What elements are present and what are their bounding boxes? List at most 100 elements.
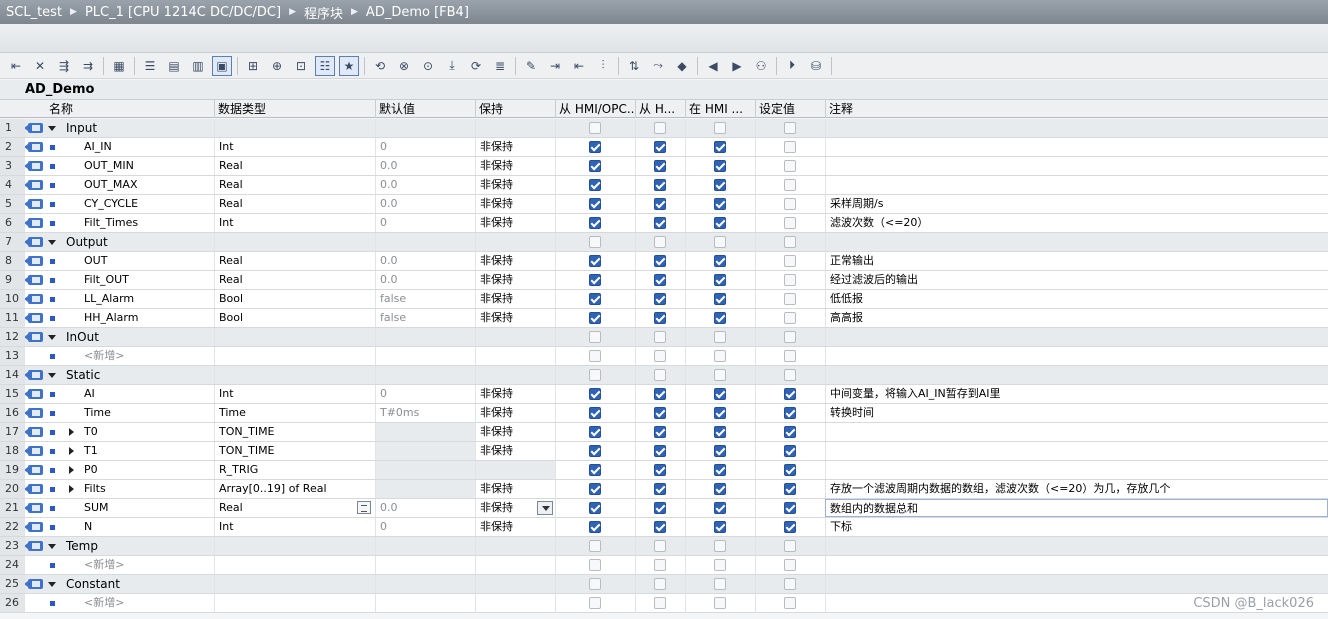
table-row[interactable]: 17 T0 TON_TIME 非保持 — [0, 423, 1328, 442]
retain-cell[interactable] — [475, 594, 555, 612]
insert-network-icon[interactable]: ⊞ — [243, 56, 263, 76]
visible-in-hmi-checkbox[interactable] — [714, 426, 726, 438]
comment-cell[interactable] — [825, 575, 1328, 593]
retain-cell[interactable]: 非保持 — [475, 290, 555, 308]
comment-cell[interactable] — [825, 328, 1328, 346]
copy-snapshot-icon[interactable]: ⇉ — [78, 56, 98, 76]
retain-cell[interactable]: 非保持 — [475, 404, 555, 422]
call-icon[interactable]: ⟳ — [466, 56, 486, 76]
table-row[interactable]: 21 SUM Real 0.0 非保持 数组内的数据总和 — [0, 499, 1328, 518]
writable-from-hmi-checkbox[interactable] — [654, 312, 666, 324]
setpoint-checkbox[interactable] — [784, 217, 796, 229]
setpoint-checkbox[interactable] — [784, 597, 796, 609]
delete-row-icon[interactable]: ✕ — [30, 56, 50, 76]
collapse-arrow-icon[interactable] — [48, 582, 56, 587]
comment-cell[interactable] — [825, 537, 1328, 555]
visible-in-hmi-checkbox[interactable] — [714, 559, 726, 571]
default-value-cell[interactable]: 0 — [375, 385, 475, 403]
accessible-from-hmi-checkbox[interactable] — [589, 217, 601, 229]
table-row[interactable]: 10 LL_Alarm Bool false 非保持 低低报 — [0, 290, 1328, 309]
add-new-placeholder[interactable]: <新增> — [84, 347, 124, 365]
retain-cell[interactable] — [475, 328, 555, 346]
accessible-from-hmi-checkbox[interactable] — [589, 464, 601, 476]
indent-icon[interactable]: ⇥ — [545, 56, 565, 76]
setpoint-checkbox[interactable] — [784, 464, 796, 476]
setpoint-checkbox[interactable] — [784, 331, 796, 343]
name-cell[interactable]: SUM — [62, 499, 214, 517]
add-row[interactable]: 24 <新增> — [0, 556, 1328, 575]
setpoint-checkbox[interactable] — [784, 445, 796, 457]
accessible-from-hmi-checkbox[interactable] — [589, 388, 601, 400]
setpoint-checkbox[interactable] — [784, 312, 796, 324]
writable-from-hmi-checkbox[interactable] — [654, 483, 666, 495]
table-row[interactable]: 16 Time Time T#0ms 非保持 转换时间 — [0, 404, 1328, 423]
add-row[interactable]: 13 <新增> — [0, 347, 1328, 366]
name-cell[interactable]: OUT — [62, 252, 214, 270]
default-value-cell[interactable] — [375, 537, 475, 555]
comment-cell[interactable]: 转换时间 — [825, 404, 1328, 422]
comment-cell[interactable]: 正常输出 — [825, 252, 1328, 270]
accessible-from-hmi-checkbox[interactable] — [589, 426, 601, 438]
cross-ref-icon[interactable]: ⚇ — [751, 56, 771, 76]
retain-cell[interactable]: 非保持 — [475, 176, 555, 194]
default-value-cell[interactable]: 0.0 — [375, 157, 475, 175]
section-row[interactable]: 7 Output — [0, 233, 1328, 252]
retain-cell[interactable] — [475, 347, 555, 365]
writable-from-hmi-checkbox[interactable] — [654, 559, 666, 571]
col-setpoint[interactable]: 设定值 — [755, 100, 825, 118]
table-row[interactable]: 5 CY_CYCLE Real 0.0 非保持 采样周期/s — [0, 195, 1328, 214]
visible-in-hmi-checkbox[interactable] — [714, 540, 726, 552]
name-cell[interactable]: Temp — [62, 537, 214, 555]
default-value-cell[interactable]: false — [375, 290, 475, 308]
default-value-cell[interactable] — [375, 423, 475, 441]
accessible-from-hmi-checkbox[interactable] — [589, 312, 601, 324]
breadcrumb-plc[interactable]: PLC_1 [CPU 1214C DC/DC/DC] — [85, 5, 281, 20]
visible-in-hmi-checkbox[interactable] — [714, 502, 726, 514]
default-value-cell[interactable]: 0.0 — [375, 176, 475, 194]
favorites-icon[interactable]: ★ — [339, 55, 359, 76]
comment-cell[interactable]: 数组内的数据总和 — [825, 499, 1328, 517]
setpoint-checkbox[interactable] — [784, 160, 796, 172]
monitoring-icon[interactable]: ▦ — [109, 56, 129, 76]
expand-all-icon[interactable]: ☰ — [140, 56, 160, 76]
comments-icon[interactable]: ▣ — [212, 55, 232, 76]
data-type-cell[interactable] — [214, 366, 375, 384]
name-cell[interactable]: OUT_MIN — [62, 157, 214, 175]
default-value-cell[interactable]: 0 — [375, 214, 475, 232]
accessible-from-hmi-checkbox[interactable] — [589, 198, 601, 210]
comment-cell[interactable] — [825, 366, 1328, 384]
visible-in-hmi-checkbox[interactable] — [714, 236, 726, 248]
collapse-arrow-icon[interactable] — [48, 240, 56, 245]
comment-cell[interactable] — [825, 556, 1328, 574]
visible-in-hmi-checkbox[interactable] — [714, 122, 726, 134]
name-cell[interactable]: Time — [62, 404, 214, 422]
visible-in-hmi-checkbox[interactable] — [714, 255, 726, 267]
retain-cell[interactable]: 非保持 — [475, 271, 555, 289]
data-type-cell[interactable]: Time — [214, 404, 375, 422]
name-cell[interactable]: <新增> — [62, 594, 214, 612]
name-cell[interactable]: N — [62, 518, 214, 536]
comment-cell[interactable]: 经过滤波后的输出 — [825, 271, 1328, 289]
default-value-cell[interactable] — [375, 594, 475, 612]
edit-icon[interactable]: ✎ — [521, 56, 541, 76]
retain-cell[interactable]: 非保持 — [475, 195, 555, 213]
name-cell[interactable]: OUT_MAX — [62, 176, 214, 194]
default-value-cell[interactable] — [375, 347, 475, 365]
visible-in-hmi-checkbox[interactable] — [714, 141, 726, 153]
name-cell[interactable]: Constant — [62, 575, 214, 593]
default-value-cell[interactable] — [375, 233, 475, 251]
table-row[interactable]: 6 Filt_Times Int 0 非保持 滤波次数（<=20） — [0, 214, 1328, 233]
writable-from-hmi-checkbox[interactable] — [654, 350, 666, 362]
setpoint-checkbox[interactable] — [784, 388, 796, 400]
retain-cell[interactable]: 非保持 — [475, 480, 555, 498]
setpoint-checkbox[interactable] — [784, 293, 796, 305]
step-icon[interactable]: ⏵ — [782, 56, 802, 76]
data-type-cell[interactable]: Real — [214, 195, 375, 213]
visible-in-hmi-checkbox[interactable] — [714, 407, 726, 419]
data-type-cell[interactable] — [214, 594, 375, 612]
visible-in-hmi-checkbox[interactable] — [714, 179, 726, 191]
default-value-cell[interactable] — [375, 119, 475, 137]
comment-cell[interactable] — [825, 442, 1328, 460]
visible-in-hmi-checkbox[interactable] — [714, 274, 726, 286]
data-type-cell[interactable]: Real — [214, 271, 375, 289]
